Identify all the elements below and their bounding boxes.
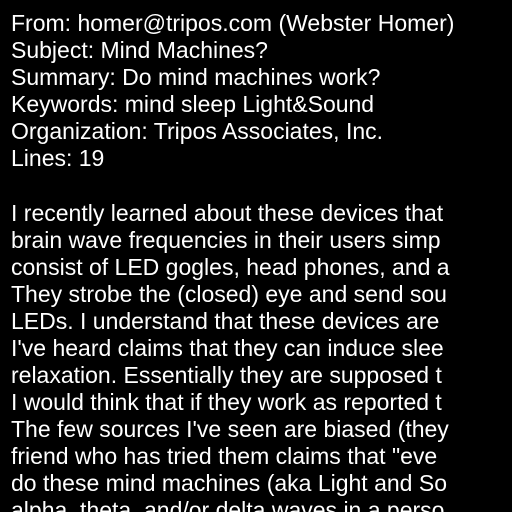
header-organization: Organization: Tripos Associates, Inc. [11, 118, 384, 144]
header-summary: Summary: Do mind machines work? [11, 64, 381, 90]
body-line: friend who has tried them claims that "e… [11, 443, 438, 469]
header-from: From: homer@tripos.com (Webster Homer) [11, 10, 455, 36]
body-line: I would think that if they work as repor… [11, 389, 442, 415]
body-line: The few sources I've seen are biased (th… [11, 416, 449, 442]
body-line: They strobe the (closed) eye and send so… [11, 281, 447, 307]
body-line: relaxation. Essentially they are suppose… [11, 362, 442, 388]
body-line: do these mind machines (aka Light and So [11, 470, 447, 496]
body-line: brain wave frequencies in their users si… [11, 227, 441, 253]
header-lines: Lines: 19 [11, 145, 105, 171]
body-line: I've heard claims that they can induce s… [11, 335, 444, 361]
header-keywords: Keywords: mind sleep Light&Sound [11, 91, 375, 117]
body-line: consist of LED gogles, head phones, and … [11, 254, 450, 280]
body-line: I recently learned about these devices t… [11, 200, 444, 226]
body-line: alpha, theta, and/or delta waves in a pe… [11, 497, 445, 512]
header-subject: Subject: Mind Machines? [11, 37, 268, 63]
body-line: LEDs. I understand that these devices ar… [11, 308, 440, 334]
email-document: From: homer@tripos.com (Webster Homer) S… [0, 0, 512, 512]
